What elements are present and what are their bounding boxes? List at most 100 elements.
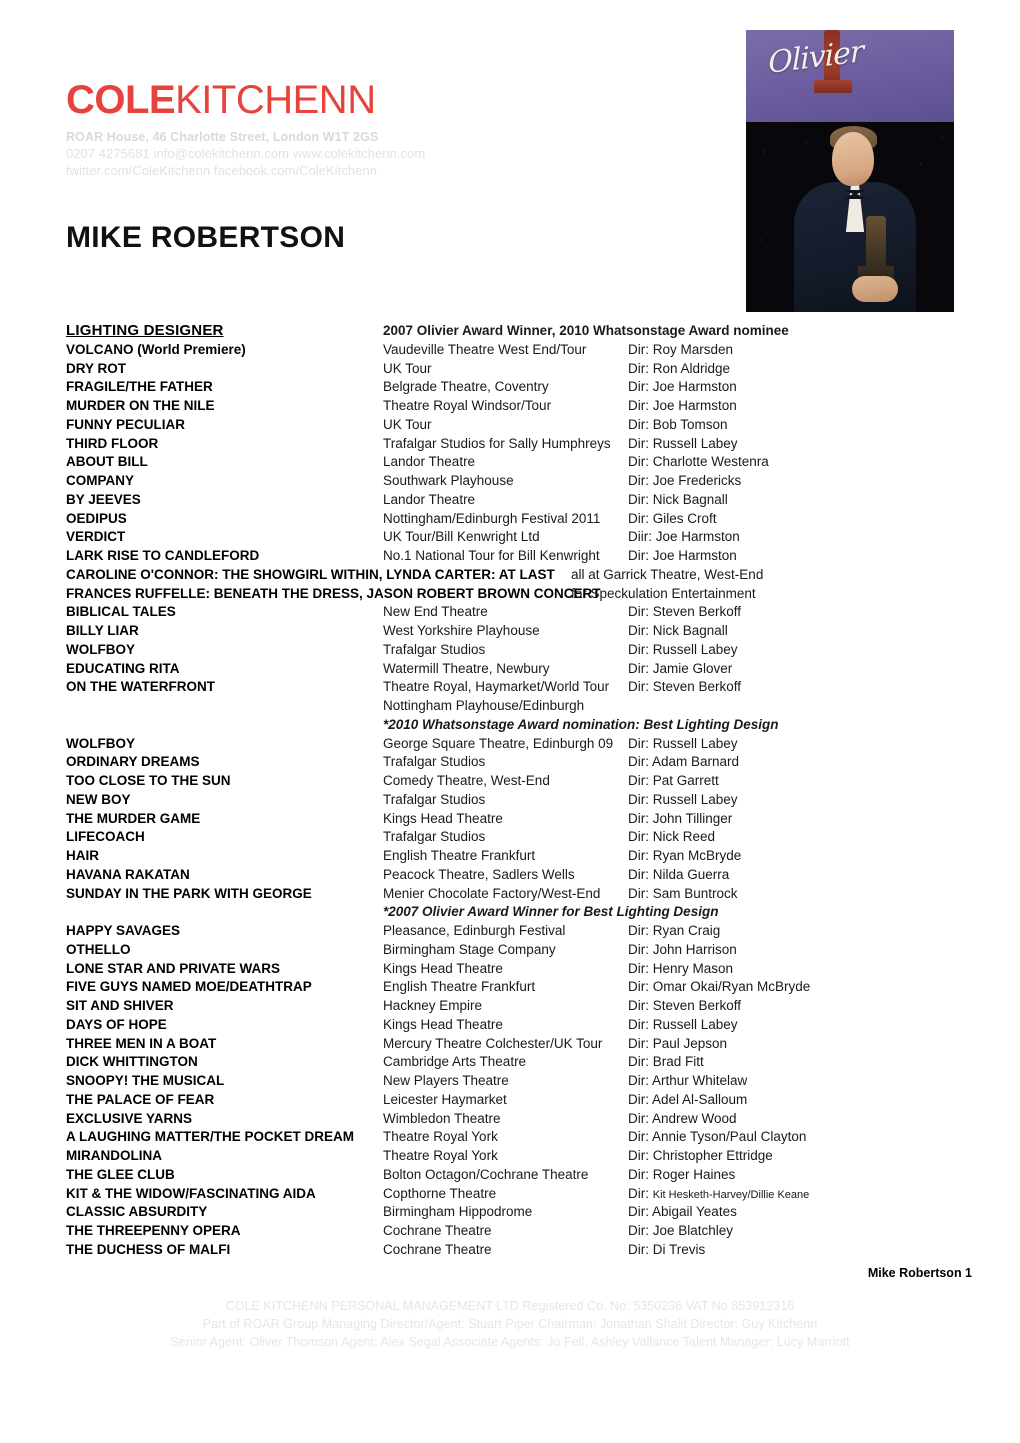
- credit-row: WOLFBOY George Square Theatre, Edinburgh …: [66, 735, 966, 754]
- credit-venue: Trafalgar Studios: [383, 829, 486, 845]
- footer-line-2: Part of ROAR Group Managing Director/Age…: [202, 1317, 818, 1331]
- credit-venue: West Yorkshire Playhouse: [383, 623, 540, 638]
- credit-director: Dir: Joe Harmston: [628, 547, 737, 566]
- credit-title: DRY ROT: [66, 360, 127, 376]
- credit-row: FRAGILE/THE FATHER Belgrade Theatre, Cove…: [66, 378, 966, 397]
- section-heading: LIGHTING DESIGNER: [66, 322, 224, 339]
- credit-venue: Pleasance, Edinburgh Festival: [383, 923, 566, 938]
- credit-row: HAVANA RAKATAN Peacock Theatre, Sadlers W…: [66, 866, 966, 885]
- credit-title: THE MURDER GAME: [66, 810, 201, 826]
- credit-director-label: Dir: Bob Tomson: [628, 416, 728, 432]
- credit-director-label: Dir: Paul Jepson: [628, 1035, 728, 1051]
- credit-title: DAYS OF HOPE: [66, 1016, 167, 1032]
- credit-director-label: Dir: Russell Labey: [628, 791, 738, 807]
- credit-director-label: Dir: Giles Croft: [628, 510, 717, 526]
- credit-director-label: Dir: Russell Labey: [628, 1016, 738, 1032]
- credit-director: Dir: Brad Fitt: [628, 1053, 704, 1072]
- credit-row: THE THREEPENNY OPERA Cochrane Theatre Dir:…: [66, 1222, 966, 1241]
- credit-director-label: Dir: Steven Berkoff: [628, 679, 742, 695]
- credit-row: HAIR English Theatre Frankfurt Dir: Ryan M…: [66, 847, 966, 866]
- credit-venue: Peacock Theatre, Sadlers Wells: [383, 866, 575, 882]
- credit-venue: Leicester Haymarket: [383, 1091, 507, 1107]
- credit-director-label: Dir: Russell Labey: [628, 735, 738, 751]
- credit-venue: Birmingham Hippodrome: [383, 1204, 533, 1220]
- credit-director-label: Dir: Christopher Ettridge: [628, 1148, 773, 1163]
- credit-venue: UK Tour/Bill Kenwright Ltd: [383, 529, 540, 545]
- credit-director-label: Dir: Steven Berkoff: [628, 604, 742, 620]
- credit-venue: Belgrade Theatre, Coventry: [383, 379, 549, 395]
- credit-venue: New End Theatre: [383, 604, 488, 620]
- credit-venue: Kings Head Theatre: [383, 960, 503, 976]
- credit-director-label: Dir: Russell Labey: [628, 435, 738, 451]
- company-contact-line-1: 0207 4275681 info@colekitchenn.com www.c…: [66, 146, 426, 161]
- credit-title: DICK WHITTINGTON: [66, 1054, 198, 1070]
- credit-director: Dir: Di Trevis: [628, 1241, 705, 1260]
- credit-director: Dir: Russell Labey: [628, 1016, 738, 1035]
- credit-director: Dir: Pat Garrett: [628, 772, 719, 791]
- credit-director: Dir: Russell Labey: [628, 435, 738, 454]
- credit-director: Dir: Ryan Craig: [628, 922, 720, 941]
- credit-row: MURDER ON THE NILE Theatre Royal Windsor/…: [66, 397, 966, 416]
- credit-director: Dir: Steven Berkoff: [628, 603, 741, 622]
- credit-venue: English Theatre Frankfurt: [383, 848, 536, 863]
- credit-director: Dir: Paul Jepson: [628, 1035, 727, 1054]
- credit-venue: Theatre Royal York: [383, 1129, 498, 1145]
- credit-director-label: Dir: Roger Haines: [628, 1166, 736, 1182]
- credit-title: FUNNY PECULIAR: [66, 416, 186, 432]
- credit-director-label: Dir: Pat Garrett: [628, 773, 719, 788]
- credit-director: Dir: Arthur Whitelaw: [628, 1072, 747, 1091]
- credit-director: Dir: Nick Bagnall: [628, 491, 728, 510]
- credit-director-label: Dir: Joe Fredericks: [628, 473, 742, 488]
- credit-title: MURDER ON THE NILE: [66, 398, 215, 413]
- credit-director: Dir: Russell Labey: [628, 791, 738, 810]
- credit-director-label: Dir: Andrew Wood: [628, 1110, 737, 1126]
- credit-director: Dir: Joe Harmston: [628, 397, 737, 416]
- credit-director-label: Dir: Joe Harmston: [628, 379, 737, 395]
- credit-venue: No.1 National Tour for Bill Kenwright: [383, 548, 600, 563]
- credit-title: BIBLICAL TALES: [66, 604, 176, 620]
- credit-row: WOLFBOY Trafalgar Studios Dir: Russell Lab…: [66, 641, 966, 660]
- company-logo: COLEKITCHENN: [66, 78, 706, 122]
- credit-venue: Landor Theatre: [383, 491, 476, 507]
- credit-director-name-small: Kit Hesketh-Harvey/Dillie Keane: [652, 1188, 810, 1201]
- credit-venue: Trafalgar Studios: [383, 754, 486, 770]
- credit-director-label: Dir: Henry Mason: [628, 960, 734, 976]
- credit-director: Dir: Abigail Yeates: [628, 1203, 737, 1222]
- credit-row: Nottingham Playhouse/Edinburgh: [66, 697, 966, 716]
- credit-director-label: Dir: Omar Okai/Ryan McBryde: [628, 979, 811, 995]
- credit-title: SUNDAY IN THE PARK WITH GEORGE: [66, 885, 312, 901]
- credit-venue: Birmingham Stage Company: [383, 941, 556, 957]
- credit-row: LONE STAR AND PRIVATE WARS Kings Head The…: [66, 960, 966, 979]
- credit-title: OEDIPUS: [66, 510, 127, 526]
- credit-venue: Theatre Royal, Haymarket/World Tour: [383, 679, 610, 695]
- credit-director: Dir: Russell Labey: [628, 641, 738, 660]
- credit-title: WOLFBOY: [66, 735, 135, 751]
- credit-venue: New Players Theatre: [383, 1073, 509, 1088]
- credit-row: A LAUGHING MATTER/THE POCKET DREAM Theatr…: [66, 1128, 966, 1147]
- credit-venue: Southwark Playhouse: [383, 473, 514, 488]
- credit-title: VOLCANO (World Premiere): [66, 341, 246, 357]
- letterhead: COLEKITCHENN ROAR House, 46 Charlotte St…: [66, 78, 706, 179]
- headshot-photo: Olivier: [746, 30, 954, 312]
- credit-row: DICK WHITTINGTON Cambridge Arts Theatre Di…: [66, 1053, 966, 1072]
- credit-director: Dir: Joe Blatchley: [628, 1222, 733, 1241]
- credit-director: Dir: Charlotte Westenra: [628, 453, 769, 472]
- section-header-row: LIGHTING DESIGNER 2007 Olivier Award Win…: [66, 322, 966, 341]
- credit-title: SNOOPY! THE MUSICAL: [66, 1073, 225, 1088]
- credit-award-note: *2010 Whatsonstage Award nomination: Bes…: [383, 716, 779, 732]
- credit-venue: Hackney Empire: [383, 998, 483, 1013]
- credit-title: FIVE GUYS NAMED MOE/DEATHTRAP: [66, 979, 312, 995]
- credit-director: Dir: Kit Hesketh-Harvey/Dillie Keane: [628, 1185, 809, 1205]
- credit-director-label: Dir: John Harrison: [628, 941, 737, 957]
- credit-director: Dir: Ron Aldridge: [628, 360, 730, 379]
- credit-director: Dir: Roger Haines: [628, 1166, 735, 1185]
- page-footer: COLE KITCHENN PERSONAL MANAGEMENT LTD Re…: [0, 1297, 1020, 1351]
- credit-row: SNOOPY! THE MUSICAL New Players Theatre Di…: [66, 1072, 966, 1091]
- credit-director: Dir: Steven Berkoff: [628, 997, 741, 1016]
- logo-cole-text: COLE: [66, 78, 176, 122]
- credit-director: Dir: Joe Fredericks: [628, 472, 741, 491]
- credit-row: THIRD FLOOR Trafalgar Studios for Sally H…: [66, 435, 966, 454]
- credit-title: ON THE WATERFRONT: [66, 679, 215, 695]
- credit-venue: Trafalgar Studios: [383, 791, 486, 807]
- credit-title: EDUCATING RITA: [66, 660, 180, 676]
